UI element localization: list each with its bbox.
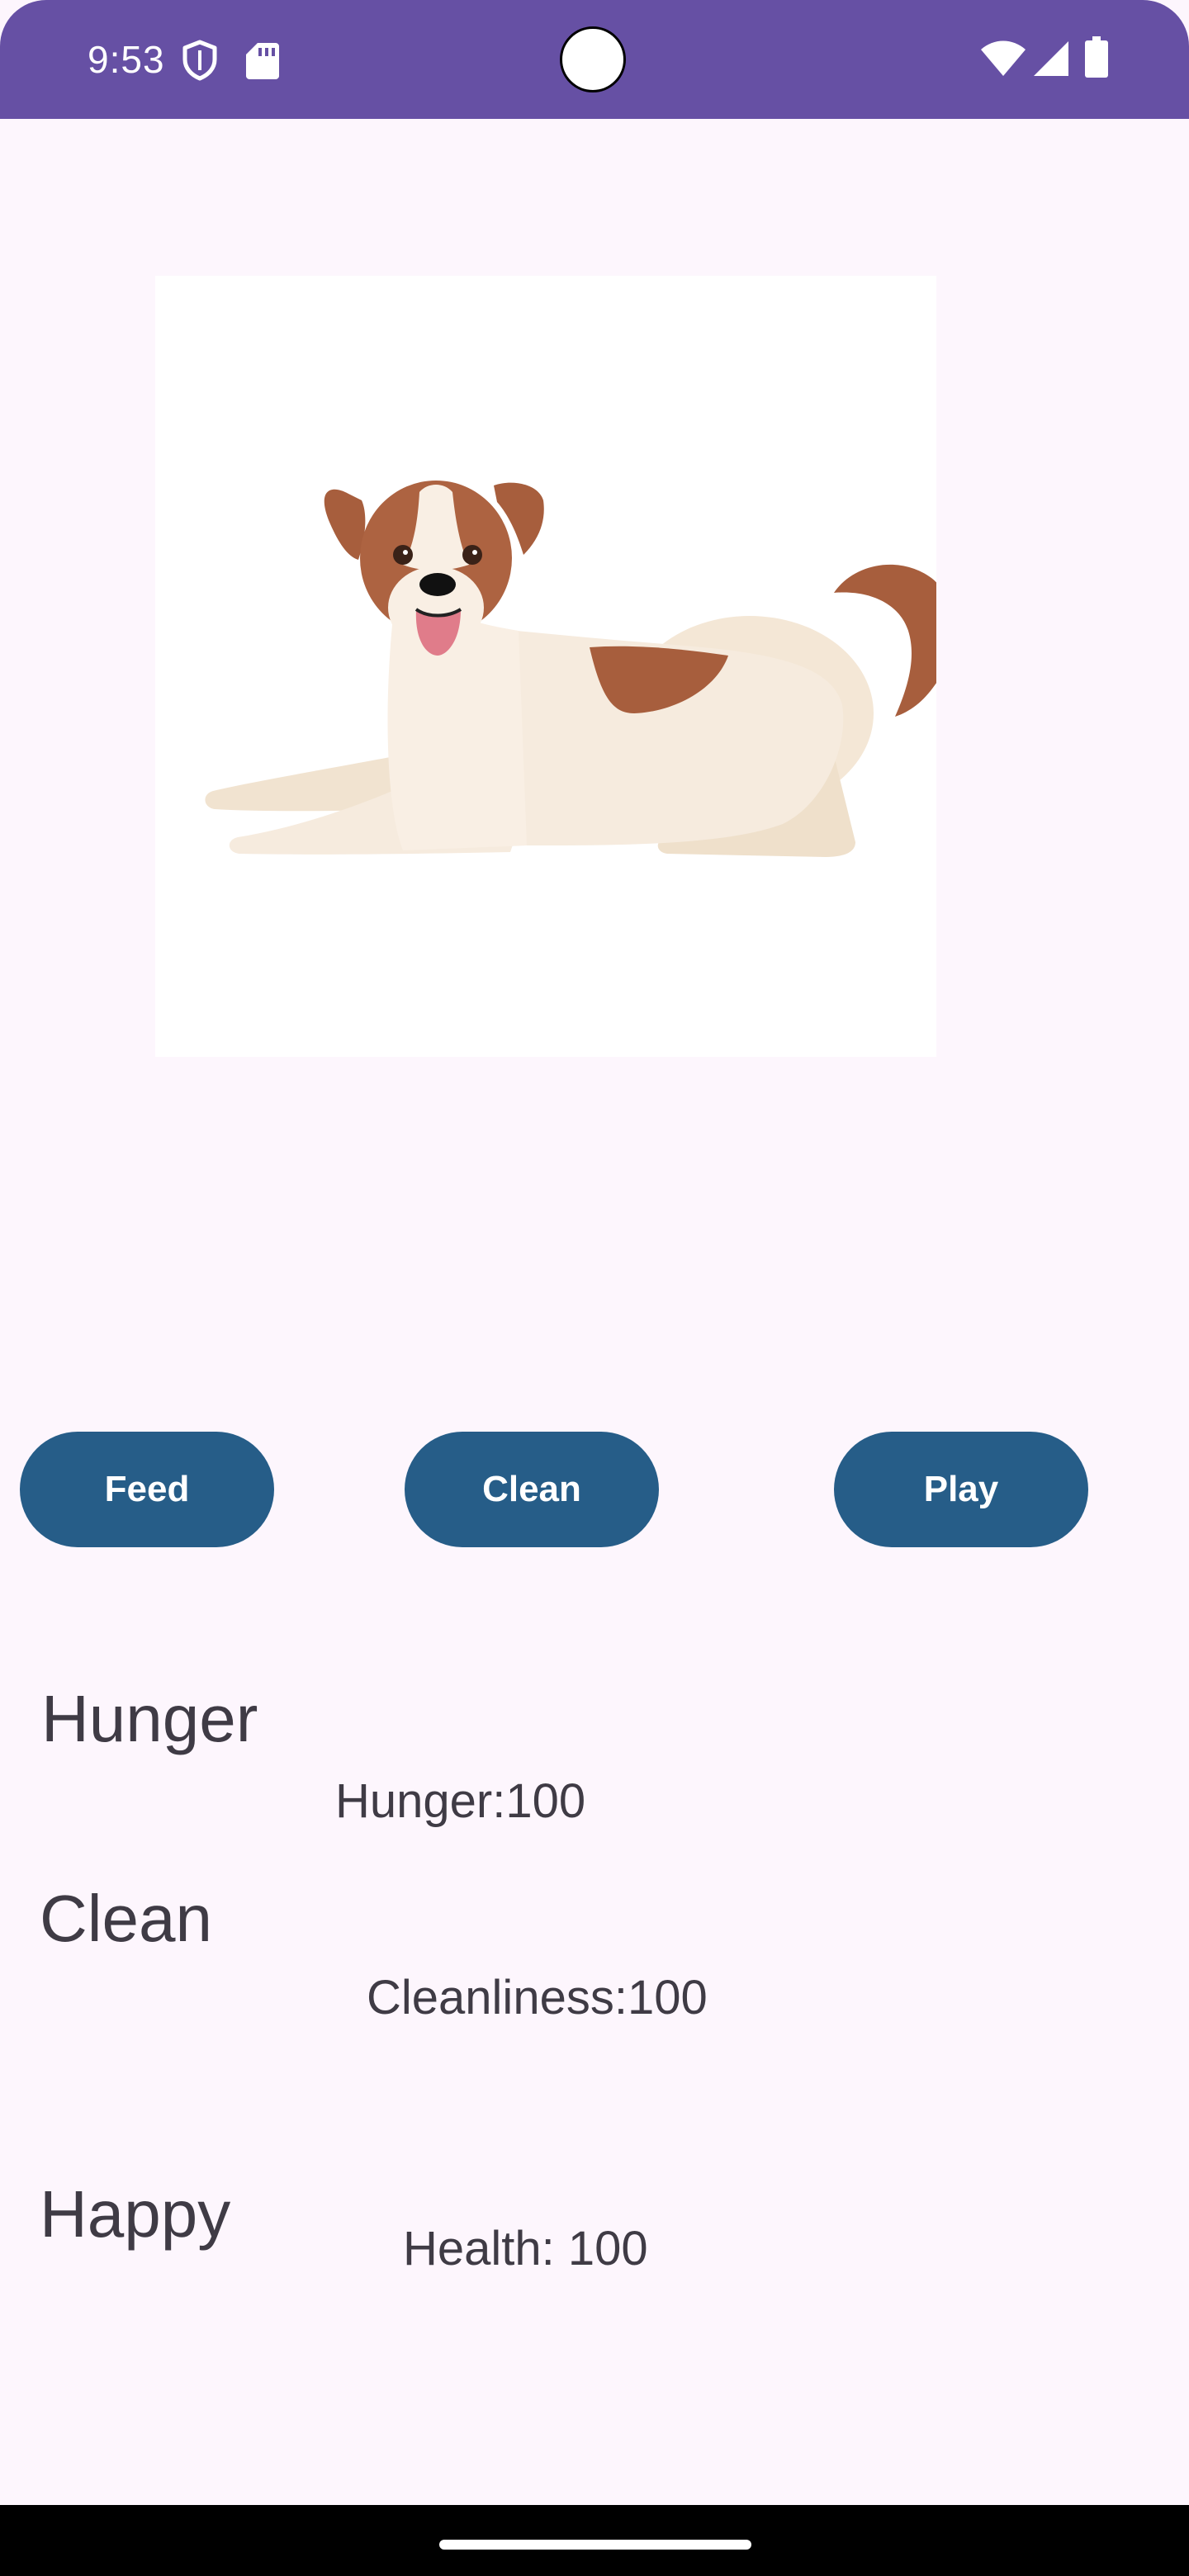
home-indicator[interactable] xyxy=(439,2540,751,2550)
shield-icon xyxy=(182,40,217,81)
status-time: 9:53 xyxy=(88,38,165,81)
battery-icon xyxy=(1085,36,1108,78)
cleanliness-value: Cleanliness:100 xyxy=(367,1971,708,2024)
happy-label: Happy xyxy=(40,2177,231,2251)
wifi-icon xyxy=(981,40,1026,76)
clean-label: Clean xyxy=(40,1882,213,1955)
play-button[interactable]: Play xyxy=(834,1432,1088,1547)
navigation-bar xyxy=(0,2505,1189,2576)
signal-icon xyxy=(1034,41,1068,76)
clean-button[interactable]: Clean xyxy=(405,1432,659,1547)
status-bar: 9:53 xyxy=(0,0,1189,119)
pet-image xyxy=(155,276,954,1057)
health-value: Health: 100 xyxy=(403,2222,648,2275)
feed-button[interactable]: Feed xyxy=(20,1432,274,1547)
dog-illustration xyxy=(205,481,954,857)
hunger-label: Hunger xyxy=(41,1682,258,1755)
camera-cutout xyxy=(560,26,626,92)
sd-card-icon xyxy=(246,43,279,79)
hunger-value: Hunger:100 xyxy=(335,1774,586,1828)
